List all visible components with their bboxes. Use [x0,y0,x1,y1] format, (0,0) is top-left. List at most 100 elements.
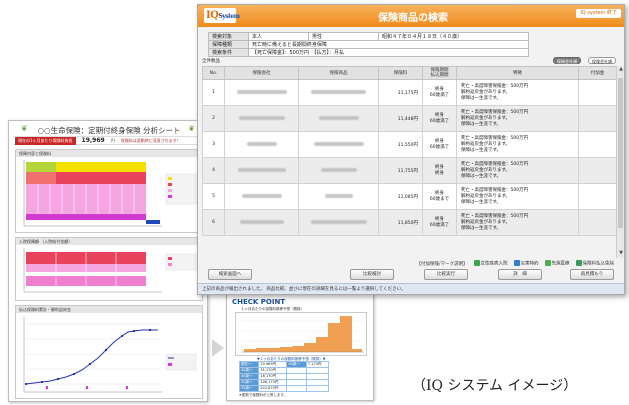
exit-system-button[interactable]: IQ system 終了 [576,9,621,18]
column-header: No. [202,66,225,80]
column-header: 保険料 [378,66,423,80]
product-cell [298,105,379,132]
sort-company-button[interactable]: 保険会社順 [553,57,581,64]
requote-button[interactable]: 再見積もり [570,269,614,280]
company-cell [224,183,299,210]
details-button[interactable]: 詳 細 [498,269,542,280]
result-count-label: 全件数品 [202,59,220,64]
search-window: IQSystem 保険商品の検索 IQ system 終了 検索対象 本人 男性… [197,4,625,295]
row-number: 1 [202,79,225,106]
row-number: 3 [202,131,225,158]
table-cell [305,385,330,392]
column-header: 保険期間 払込期間 [422,66,457,80]
product-cell [298,209,379,236]
table-cell [286,385,307,392]
panel-header: 払込保険料累計・解約返戻金 [16,306,202,313]
company-cell [224,209,299,236]
search-conditions: 検索対象 本人 男性 昭和４７年０４月１８日（４０歳） 保障種類 死亡時に備える… [208,32,529,57]
leaf-icon: ❦ [188,124,195,133]
results-table: No. 保険会社 保険商品 保険料 保険期間 払込期間 特徴 付加金 1 11,… [202,66,617,236]
compare-button[interactable]: 比較検討 [350,269,394,280]
column-header: 特徴 [456,66,579,80]
rider-legend: 【付加保険/マーク説明】 女性疾病入院 災害特約 先進医療 保険料払込免除 [202,259,622,268]
premium-forecast-chart [235,312,367,356]
feature-line: 保障は一生涯です。 [461,95,502,101]
condition-key: 検索対象 [208,32,249,41]
feature-cell: 死亡・高度障害保険金：500万円 解約返戻金があります。 保障は一生涯です。 [456,131,579,158]
legend-label: 先進医療 [551,261,570,267]
feature-line: 保障は一生涯です。 [461,173,502,179]
condition-key: 保障種類 [208,40,249,49]
condition-row: 検索対象 本人 男性 昭和４７年０４月１８日（４０歳） [208,32,529,41]
rider-cell [578,157,617,184]
back-to-search-button[interactable]: 検索画面へ [208,269,252,280]
table-header-row: No. 保険会社 保険商品 保険料 保険期間 払込期間 特徴 付加金 [202,66,617,80]
legend-item: 災害特約 [513,260,539,267]
legend-label: 保険料払込免除 [582,261,615,267]
rider-cell [578,183,617,210]
column-header: 保険会社 [224,66,299,80]
table-row[interactable]: 5 11,085円 終身 60歳まで 死亡・高度障害保険金：500万円 解約返戻金… [202,183,617,210]
rider-cell [578,79,617,106]
table-row[interactable]: 2 11,448円 終身 60歳満了 死亡・高度障害保険金：500万円 解約返戻金… [202,105,617,132]
panel-header: 入院保障額 （入院給付金額） [16,238,202,245]
premium-cell: 11,550円 [378,131,423,158]
column-header: 付加金 [578,66,617,80]
legend-item: 保険料払込免除 [575,260,615,267]
feature-line: 保障は一生涯です。 [461,225,502,231]
forecast-note: ※更新で保険料が上昇します。 [239,393,288,397]
coverage-chart [23,160,197,227]
check-point-title: CHECK POINT [232,298,286,306]
product-cell [298,131,379,158]
sort-company-button[interactable]: 保険会社順 [588,57,616,64]
period-cell: 終身 60歳まで [422,183,457,210]
rider-cell [578,105,617,132]
premium-summary: 現在の1ヶ月あたり保険料負担 19,969 円 保険料は変動時に見直されます！ [13,136,205,145]
stage: ❦ ○○生命保険：定期付終身保険 分析シート ❦ 現在の1ヶ月あたり保険料負担 … [0,0,629,405]
panel-header: 保障内容と保険料 [16,150,202,157]
premium-note: 保険料は変動時に見直されます！ [120,137,181,143]
row-number: 2 [202,105,225,132]
product-cell [298,79,379,106]
table-row[interactable]: 1 11,175円 終身 60歳満了 死亡・高度障害保険金：500万円 解約返戻金… [202,79,617,106]
condition-gender: 男性 [308,32,379,41]
legend-item: 先進医療 [544,260,570,267]
exemption-icon [575,260,582,267]
scroll-up-icon[interactable]: ▲ [617,66,624,74]
hospital-panel: 入院保障額 （入院給付金額） [15,237,203,301]
table-row[interactable]: 3 11,550円 終身 60歳満了 死亡・高度障害保険金：500万円 解約返戻金… [202,131,617,158]
legend-label: 災害特約 [520,261,539,267]
forecast-table: 現在～ 19,969円 60歳～ 7,170円 40歳～ 31,170円 45歳… [238,361,330,392]
period-cell: 終身 60歳満了 [422,131,457,158]
legend-title: 【付加保険/マーク説明】 [416,261,468,267]
condition-row: 検索条件 【死亡保障金】：500万円 【払方】：月払 [208,48,529,57]
company-cell [224,79,299,106]
scroll-thumb[interactable] [618,78,623,228]
premium-cell: 11,755円 [378,157,423,184]
premium-badge: 現在の1ヶ月あたり保険料負担 [15,136,76,145]
table-row[interactable]: 4 11,755円 終身 終身 死亡・高度障害保険金：500万円 解約返戻金があり… [202,157,617,184]
title-bar: IQSystem 保険商品の検索 IQ system 終了 [198,5,624,27]
legend-item: 女性疾病入院 [473,260,508,267]
run-compare-button[interactable]: 比較実行 [424,269,468,280]
period-cell: 終身 終身 [422,157,457,184]
results-scrollbar[interactable]: ▲ ▼ [616,66,624,258]
premium-cell: 11,850円 [378,209,423,236]
condition-value: 本人 [248,32,309,41]
period-cell: 終身 60歳満了 [422,105,457,132]
feature-cell: 死亡・高度障害保険金：500万円 解約返戻金があります。 保障は一生涯です。 [456,183,579,210]
condition-value: 【死亡保障金】：500万円 【払方】：月払 [248,48,529,57]
logo-main: IQ [206,10,219,21]
female-icon [473,260,480,267]
iq-system-logo: IQSystem [204,8,240,23]
action-buttons: 検索画面へ 比較検討 比較実行 詳 細 再見積もり [202,269,622,281]
feature-line: 保障は一生涯です。 [461,121,502,127]
column-header: 保険商品 [298,66,379,80]
feature-cell: 死亡・高度障害保険金：500万円 解約返戻金があります。 保障は一生涯です。 [456,209,579,236]
company-cell [224,131,299,158]
company-cell [224,105,299,132]
premium-amount: 19,969 [81,137,105,144]
table-row[interactable]: 6 11,850円 終身 60歳満了 死亡・高度障害保険金：500万円 解約返戻金… [202,209,617,236]
scroll-down-icon[interactable]: ▼ [617,250,624,258]
arrow-right-icon [212,339,224,357]
